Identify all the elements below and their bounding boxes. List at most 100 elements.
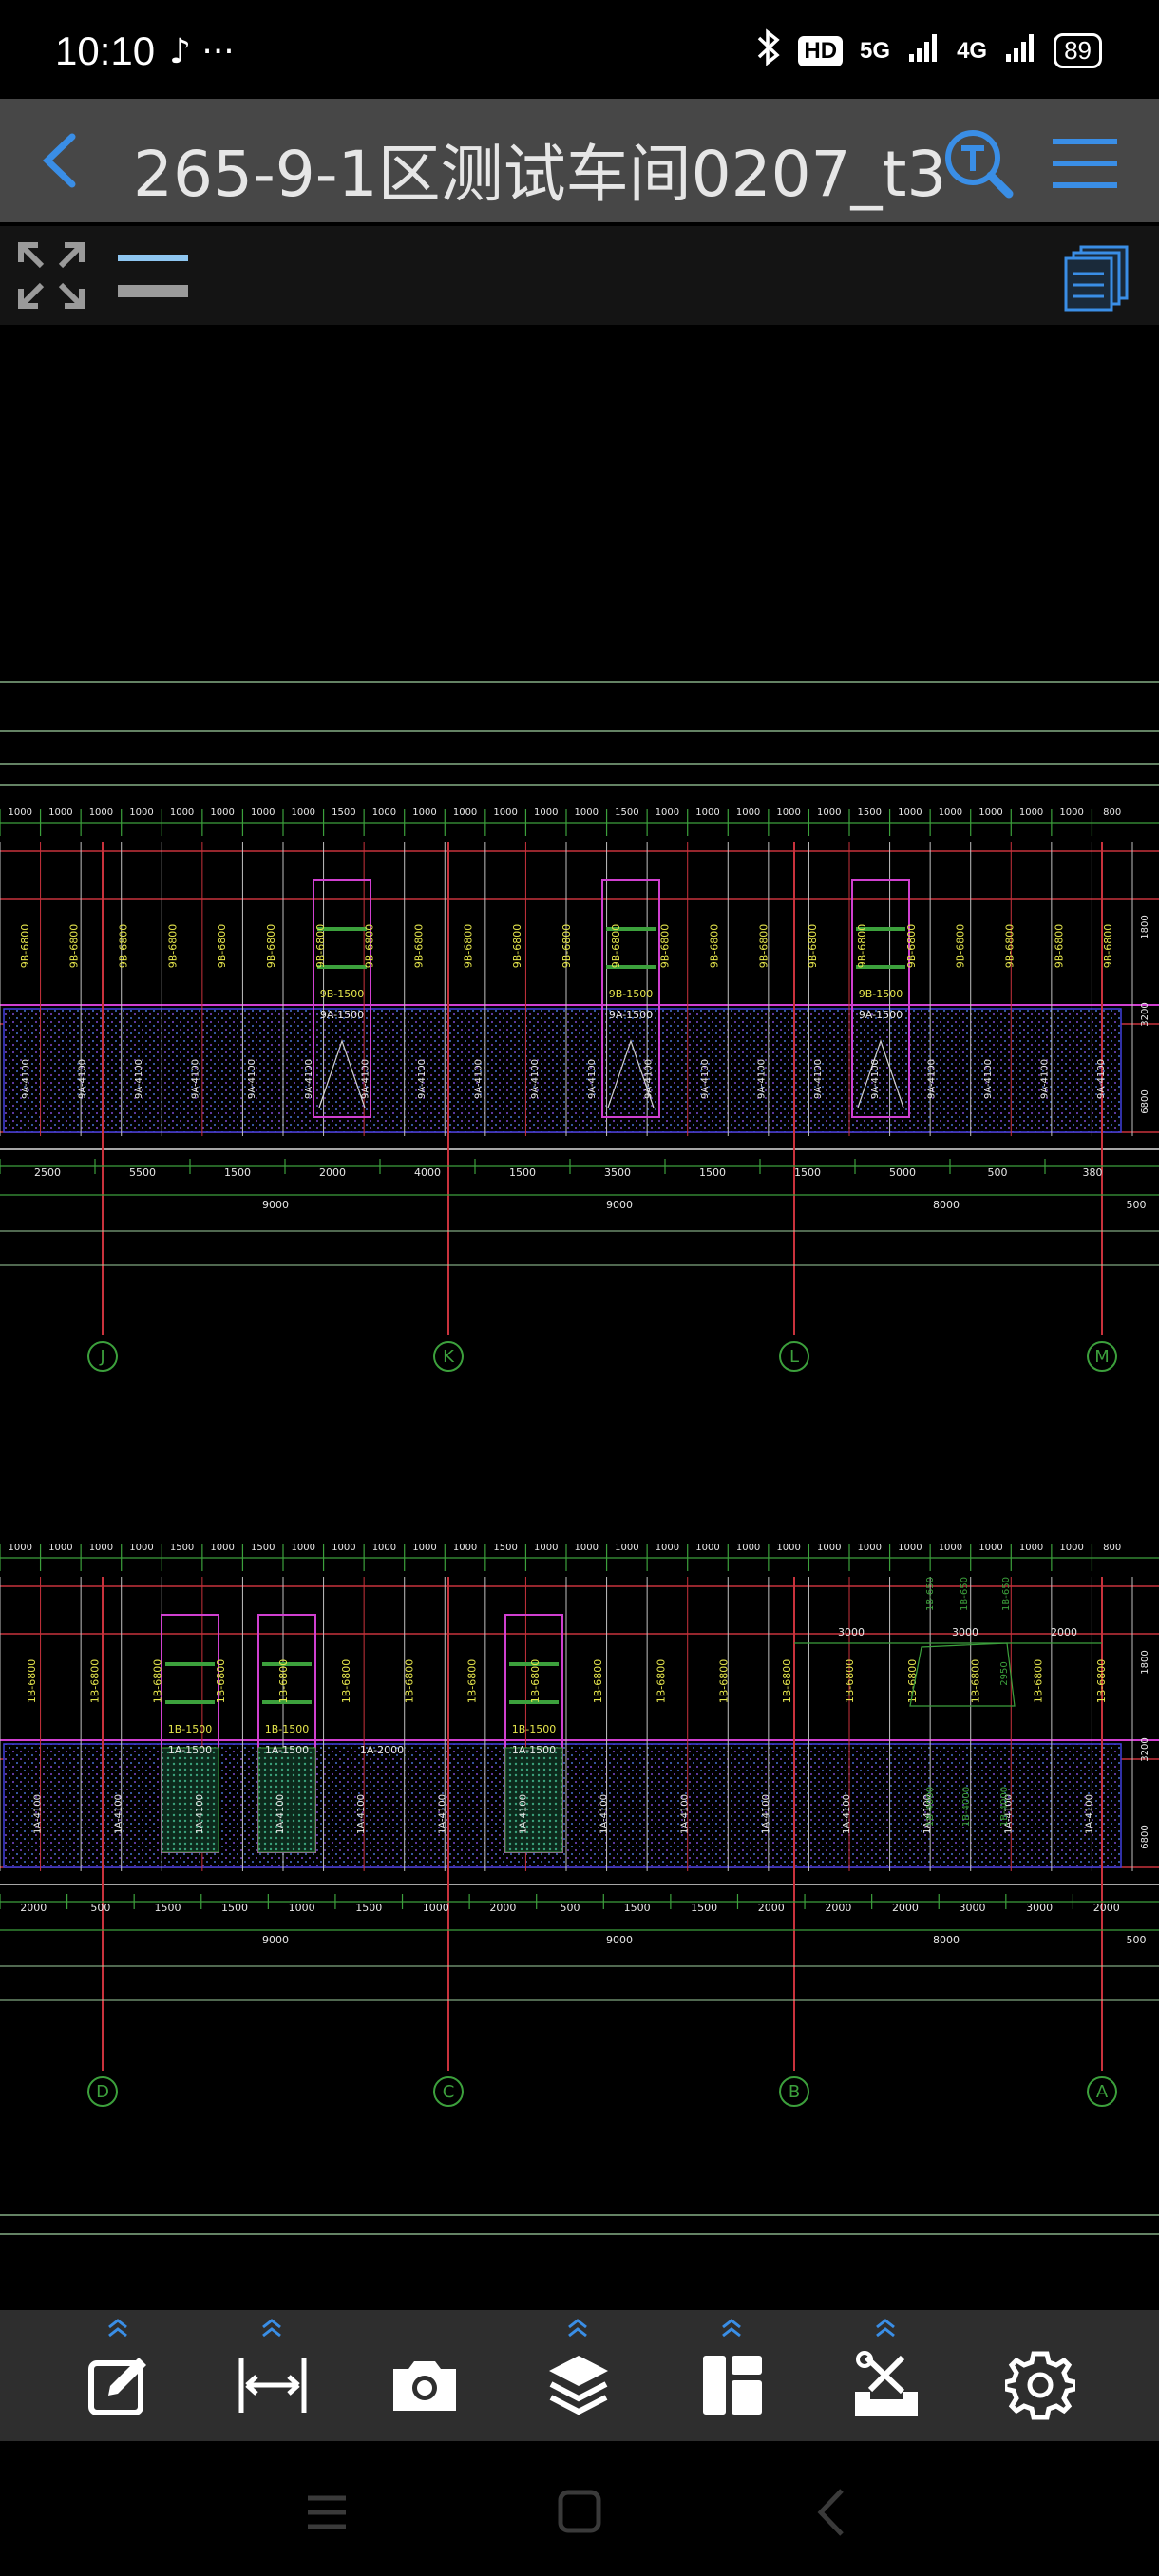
recent-apps-button[interactable] — [289, 2479, 365, 2546]
hamburger-menu-icon — [1053, 139, 1117, 188]
panel-label: 1B-6800 — [26, 1659, 38, 1704]
chevron-up-icon — [876, 2319, 895, 2338]
dimension-label: 9000 — [262, 1199, 289, 1211]
dimension-label: 500 — [1127, 1199, 1147, 1211]
panel-label: 9A-4100 — [1040, 1059, 1051, 1099]
layout-icon — [703, 2356, 762, 2415]
text-search-icon — [945, 130, 1014, 199]
dimension-label: 500 — [560, 1902, 580, 1914]
chevron-up-icon — [568, 2319, 587, 2338]
dimension-label: 1500 — [332, 807, 355, 818]
dimension-label: 2000 — [1093, 1902, 1120, 1914]
panel-label: 1A-4100 — [842, 1794, 852, 1834]
line-weight-button[interactable] — [116, 249, 192, 306]
view-toolbar — [0, 226, 1159, 325]
dimension-label: 9000 — [606, 1199, 633, 1211]
dimension-label: 1000 — [453, 807, 477, 818]
panel-label: 9A-4100 — [643, 1059, 654, 1099]
panel-label: 9A-4100 — [247, 1059, 257, 1099]
layout-tool-button[interactable] — [680, 2310, 785, 2441]
panel-label: 1B-6800 — [88, 1659, 101, 1704]
menu-button[interactable] — [1049, 133, 1121, 194]
line-weight-icon — [118, 255, 188, 297]
axis-label: D — [96, 2082, 109, 2102]
panel-label: 9B-6800 — [560, 924, 573, 969]
panel-label: 1A-4100 — [437, 1794, 447, 1834]
panel-label: 1B-6800 — [906, 1659, 919, 1704]
settings-icon — [1005, 2351, 1075, 2420]
dimension-label: 1500 — [509, 1166, 536, 1179]
tools-box-button[interactable] — [834, 2310, 939, 2441]
axis-label: M — [1094, 1347, 1110, 1367]
window-mullion — [165, 1662, 215, 1666]
dimension-label: 3000 — [838, 1626, 864, 1638]
dimension-label: 1000 — [656, 807, 679, 818]
panel-label: 1A-4100 — [33, 1794, 44, 1834]
nav-back-button[interactable] — [794, 2479, 870, 2546]
panel-label: 9B-6800 — [118, 924, 130, 969]
panel-label: 9B-6800 — [413, 924, 426, 969]
dimension-label: 1000 — [251, 807, 275, 818]
back-button[interactable] — [28, 127, 95, 194]
panel-label: 9B-6800 — [364, 924, 376, 969]
panel-label: 1A-4100 — [761, 1794, 771, 1834]
dimension-label: 9000 — [262, 1934, 289, 1946]
panel-label: 1B-4000 — [961, 1787, 972, 1827]
cad-drawing[interactable]: 1000 1000 1000 1000 1000 1000 1000 1000 1500 1000… — [0, 325, 1159, 2310]
dimension-label: 1000 — [89, 1543, 113, 1553]
layers-tool-button[interactable] — [526, 2310, 631, 2441]
panel-label: 9B-6800 — [1102, 924, 1114, 969]
door-label: 1B-1500 — [512, 1723, 557, 1735]
dimension-label: 1500 — [691, 1902, 717, 1914]
axis-label: A — [1096, 2082, 1109, 2102]
panel-label: 2950 — [999, 1661, 1010, 1685]
measure-tool-button[interactable] — [220, 2310, 325, 2441]
dimension-label: 1800 — [1140, 915, 1150, 938]
edit-tool-button[interactable] — [66, 2310, 171, 2441]
dimension-label: 1000 — [1019, 1543, 1043, 1553]
drawing-title: 265-9-1区测试车间0207_t3 — [133, 138, 947, 211]
panel-label: 1B-6800 — [340, 1659, 352, 1704]
signal-bars-icon — [1004, 31, 1036, 70]
text-search-button[interactable] — [940, 125, 1016, 201]
glass-panel — [504, 1747, 563, 1853]
dimension-label: 1000 — [423, 1902, 449, 1914]
dimension-label: 1500 — [615, 807, 638, 818]
home-icon — [558, 2490, 601, 2533]
settings-button[interactable] — [988, 2310, 1092, 2441]
panel-label: 9B-6800 — [955, 924, 967, 969]
panel-label: 9A-4100 — [926, 1059, 937, 1099]
battery-indicator: 89 — [1054, 33, 1102, 68]
dimension-label: 5500 — [129, 1166, 156, 1179]
dimension-label: 1000 — [9, 807, 32, 818]
dimension-label: 500 — [988, 1166, 1008, 1179]
fit-view-button[interactable] — [15, 239, 87, 312]
door-label: 9A-1500 — [320, 1009, 364, 1021]
panel-label: 9A-4100 — [360, 1059, 370, 1099]
panel-label: 1B-6800 — [277, 1659, 290, 1704]
home-button[interactable] — [542, 2479, 618, 2546]
status-bar: 10:10 ♪ ··· HD 5G 4G 89 — [0, 0, 1159, 99]
dimension-label: 1000 — [817, 807, 841, 818]
tools-icon — [855, 2351, 918, 2416]
dimension-label: 1000 — [736, 807, 760, 818]
panel-label: 9B-6800 — [19, 924, 31, 969]
panel-label: 9B-6800 — [610, 924, 622, 969]
screenshot-tool-button[interactable] — [372, 2310, 477, 2441]
layout-list-button[interactable] — [1062, 243, 1130, 312]
panel-label: 9B-6800 — [1053, 924, 1065, 969]
panel-label: 9A-4100 — [587, 1059, 598, 1099]
dimension-label: 1800 — [1140, 1650, 1150, 1674]
recent-apps-icon — [308, 2495, 346, 2529]
panel-label: 1B-6800 — [592, 1659, 604, 1704]
dimension-label: 1500 — [624, 1902, 651, 1914]
panel-label: 1A-4100 — [680, 1794, 691, 1834]
panel-label: 9A-4100 — [134, 1059, 144, 1099]
measure-icon — [238, 2358, 307, 2413]
drawing-canvas[interactable]: 1000 1000 1000 1000 1000 1000 1000 1000 1500 1000… — [0, 325, 1159, 2310]
dimension-label: 1000 — [292, 1543, 315, 1553]
chevron-up-icon — [108, 2319, 127, 2338]
dimension-label: 4000 — [414, 1166, 441, 1179]
chevron-up-icon — [722, 2319, 741, 2338]
dimension-label: 1000 — [289, 1902, 315, 1914]
